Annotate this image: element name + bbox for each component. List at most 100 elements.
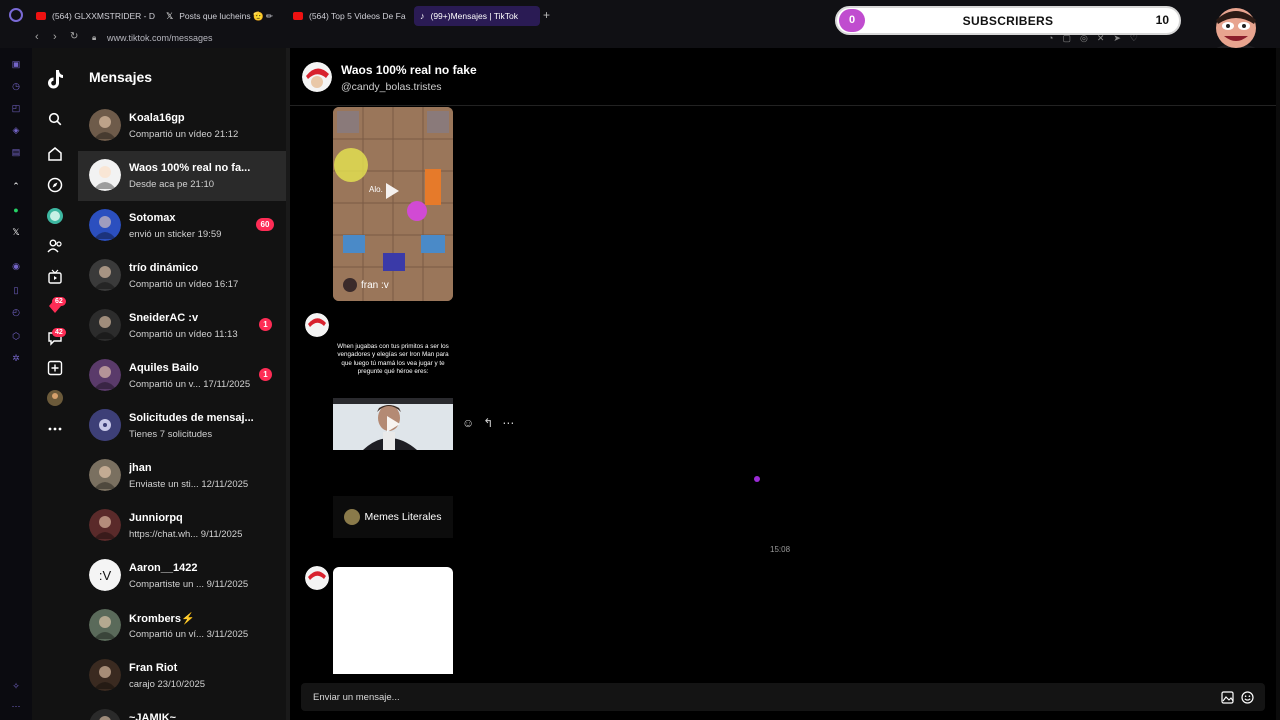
reload-icon[interactable]: ↻ — [70, 31, 78, 42]
history-icon[interactable]: ▣ — [10, 58, 22, 70]
conversation-item[interactable]: Waos 100% real no fa... Desde aca pe 21:1… — [78, 151, 286, 201]
lock-icon: 🔒︎ — [92, 33, 97, 42]
conversation-item[interactable]: SneiderAC :v Compartió un vídeo 11:13 1 — [78, 301, 286, 351]
conversation-item[interactable]: Junniorpq https://chat.wh... 9/11/2025 — [78, 501, 286, 551]
conversation-preview: Enviaste un sti... 12/11/2025 — [129, 479, 249, 490]
conversation-name: Aaron__1422 — [129, 562, 198, 574]
timer-icon[interactable]: ◴ — [10, 306, 22, 318]
video-overlay-text: Alo. — [369, 185, 383, 194]
unread-badge: 60 — [256, 218, 274, 231]
media-icon[interactable]: ▤ — [10, 146, 22, 158]
conversation-item[interactable]: Aquiles Bailo Compartió un v... 17/11/202… — [78, 351, 286, 401]
conversation-item[interactable]: Sotomax envió un sticker 19:59 60 — [78, 201, 286, 251]
conversation-avatar — [89, 159, 121, 191]
chat-handle[interactable]: @candy_bolas.tristes — [341, 81, 442, 93]
source-avatar — [344, 509, 361, 525]
conversation-avatar — [89, 209, 121, 241]
conversation-name: Waos 100% real no fa... — [129, 162, 251, 174]
browser-tab-3[interactable]: (564) Top 5 Videos De Fa — [287, 6, 411, 26]
forward-icon[interactable]: › — [53, 31, 57, 43]
conversation-item[interactable]: Krombers⚡ Compartió un ví... 3/11/2025 — [78, 601, 286, 651]
home-icon[interactable] — [44, 143, 66, 165]
conversation-avatar — [89, 459, 121, 491]
tiktok-logo-icon[interactable] — [44, 68, 66, 90]
message-input-bar — [301, 683, 1265, 711]
browser-tab-1[interactable]: (564) GLXXMSTRIDER - D — [30, 6, 158, 26]
upload-icon[interactable] — [44, 357, 66, 379]
more-sidebar-icon[interactable]: ⋯ — [10, 700, 22, 712]
music-icon[interactable]: ◉ — [10, 260, 22, 272]
browser-tab-tiktok[interactable]: ♪ (99+)Mensajes | TikTok — [414, 6, 540, 26]
friends-icon[interactable] — [44, 235, 66, 257]
conversation-scrollbar[interactable] — [286, 48, 290, 720]
conversation-preview: Compartió un vídeo 16:17 — [129, 279, 239, 290]
bag-icon[interactable]: ◰ — [10, 102, 22, 114]
clock-icon[interactable]: ◷ — [10, 80, 22, 92]
profile-avatar-icon[interactable] — [44, 387, 66, 409]
conversation-name: jhan — [129, 462, 152, 474]
new-tab-button[interactable]: + — [543, 8, 550, 22]
conversation-avatar — [89, 709, 121, 720]
more-icon[interactable] — [44, 418, 66, 440]
url-text[interactable]: www.tiktok.com/messages — [107, 33, 213, 43]
video-author-avatar — [343, 278, 357, 292]
conversation-name: Solicitudes de mensaj... — [129, 412, 254, 424]
meme-video-thumbnail[interactable] — [333, 398, 453, 450]
conversation-item[interactable]: trío dinámico Compartió un vídeo 16:17 — [78, 251, 286, 301]
image-upload-icon[interactable] — [1220, 690, 1234, 704]
following-avatar-icon[interactable] — [44, 205, 66, 227]
meme-play-icon[interactable] — [387, 416, 400, 432]
whatsapp-icon[interactable]: ● — [10, 204, 22, 216]
browser-tab-2[interactable]: 𝕏 Posts que lucheins 🫡 ✏ — [160, 6, 285, 26]
chat-scrollbar[interactable] — [1276, 48, 1280, 720]
activity-badge: 62 — [52, 297, 66, 306]
live-icon[interactable] — [44, 266, 66, 288]
bookmark-icon[interactable]: ⌃ — [10, 180, 22, 192]
browser-logo-icon[interactable] — [9, 8, 23, 22]
search-icon[interactable] — [44, 108, 66, 130]
conversation-item[interactable]: :V Aaron__1422 Compartiste un ... 9/11/202… — [78, 551, 286, 601]
sender-avatar[interactable] — [305, 566, 329, 590]
react-icon[interactable]: ☺ — [462, 416, 474, 430]
ai-icon[interactable]: ✧ — [10, 680, 22, 692]
conversation-item[interactable]: Koala16gp Compartió un vídeo 21:12 — [78, 101, 286, 151]
source-account-chip[interactable]: Memes Literales — [333, 496, 453, 538]
unread-badge: 1 — [259, 318, 272, 331]
chat-avatar[interactable] — [302, 62, 332, 92]
conversation-item[interactable]: ~JAMIK~ — [78, 701, 286, 720]
conversation-avatar — [89, 109, 121, 141]
subscriber-goal-widget: 0 SUBSCRIBERS 10 — [835, 6, 1181, 35]
conversation-item[interactable]: Fran Riot carajo 23/10/2025 — [78, 651, 286, 701]
conversation-name: Fran Riot — [129, 662, 178, 674]
loading-media-card[interactable] — [333, 567, 453, 674]
sender-avatar[interactable] — [305, 313, 329, 337]
subscriber-label: SUBSCRIBERS — [962, 14, 1054, 28]
conversation-avatar: :V — [89, 559, 121, 591]
reply-icon[interactable]: ↰ — [483, 416, 493, 430]
conversation-item[interactable]: jhan Enviaste un sti... 12/11/2025 — [78, 451, 286, 501]
explore-icon[interactable] — [44, 174, 66, 196]
tiktok-nav-rail: 62 42 — [32, 48, 78, 720]
play-icon[interactable] — [386, 183, 399, 199]
conversation-avatar — [89, 509, 121, 541]
more-options-icon[interactable]: ⋯ — [502, 416, 514, 430]
conversation-avatar — [89, 309, 121, 341]
cube-icon[interactable]: ⬡ — [10, 330, 22, 342]
conversation-avatar — [89, 409, 121, 441]
svg-text::V: :V — [99, 568, 112, 583]
settings-icon[interactable]: ✲ — [10, 352, 22, 364]
conversation-item[interactable]: Solicitudes de mensaj... Tienes 7 solicit… — [78, 401, 286, 451]
video-caption: fran :v — [361, 280, 389, 291]
x-sidebar-icon[interactable]: 𝕏 — [10, 226, 22, 238]
conversation-avatar — [89, 659, 121, 691]
conversation-preview: Compartió un vídeo 11:13 — [129, 329, 238, 340]
pin-icon[interactable]: ▯ — [10, 284, 22, 296]
game-icon[interactable]: ◈ — [10, 124, 22, 136]
back-icon[interactable]: ‹ — [35, 31, 39, 43]
conversation-preview: Compartió un vídeo 21:12 — [129, 129, 239, 140]
chat-header: Waos 100% real no fake @candy_bolas.tris… — [290, 48, 1276, 106]
conversation-name: Junniorpq — [129, 512, 183, 524]
message-input[interactable] — [313, 690, 1193, 704]
emoji-icon[interactable] — [1240, 690, 1254, 704]
shared-video-card[interactable]: Alo. fran :v — [333, 107, 453, 301]
